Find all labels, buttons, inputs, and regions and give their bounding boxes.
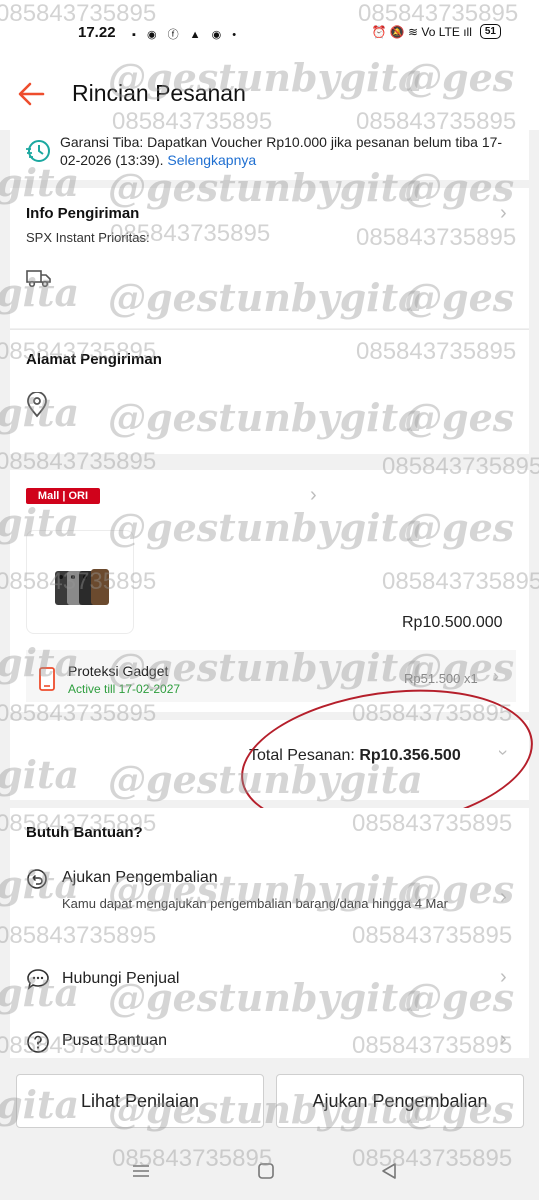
system-icons: ⏰ 🔕 ≋ Vo LTE ıll 51 bbox=[371, 24, 501, 39]
menu-icon[interactable] bbox=[131, 1162, 151, 1180]
clock-icon bbox=[26, 140, 50, 162]
status-time: 17.22 bbox=[78, 24, 116, 41]
protection-title: Proteksi Gadget bbox=[68, 663, 169, 679]
address-card bbox=[10, 330, 529, 454]
chevron-right-icon: › bbox=[500, 202, 507, 224]
help-title: Butuh Bantuan? bbox=[26, 824, 143, 841]
notification-icons: ▪ ◉ ⓕ ▲ ◉ • bbox=[132, 29, 241, 41]
mall-ori-badge: Mall | ORI bbox=[26, 488, 100, 504]
location-pin-icon bbox=[27, 392, 47, 418]
back-arrow-icon[interactable] bbox=[14, 75, 48, 109]
chevron-right-icon: › bbox=[500, 966, 507, 988]
return-icon bbox=[27, 869, 47, 889]
chat-icon bbox=[27, 969, 49, 990]
help-icon bbox=[27, 1031, 49, 1053]
truck-icon bbox=[26, 270, 51, 288]
product-price: Rp10.500.000 bbox=[402, 614, 503, 631]
address-title: Alamat Pengiriman bbox=[26, 351, 162, 368]
phone-protection-icon bbox=[39, 667, 55, 691]
help-item-label: Hubungi Penjual bbox=[62, 970, 180, 987]
help-item-label: Ajukan Pengembalian bbox=[62, 869, 218, 886]
see-more-link[interactable]: Selengkapnya bbox=[167, 152, 256, 168]
guarantee-message: Garansi Tiba: Dapatkan Voucher Rp10.000 … bbox=[60, 134, 503, 168]
status-bar: 17.22 ▪ ◉ ⓕ ▲ ◉ • ⏰ 🔕 ≋ Vo LTE ıll 51 bbox=[0, 0, 539, 72]
system-status-icons: ⏰ 🔕 ≋ Vo LTE ıll bbox=[371, 24, 472, 39]
help-item-subtitle: Kamu dapat mengajukan pengembalian baran… bbox=[62, 896, 448, 911]
return-request-button[interactable]: Ajukan Pengembalian bbox=[276, 1074, 524, 1128]
guarantee-text: Garansi Tiba: Dapatkan Voucher Rp10.000 … bbox=[60, 133, 520, 169]
back-nav-icon[interactable] bbox=[380, 1162, 398, 1180]
home-icon[interactable] bbox=[257, 1162, 275, 1180]
battery-icon: 51 bbox=[479, 24, 501, 39]
protection-price: Rp51.500 x1 bbox=[404, 671, 478, 686]
shipping-service: SPX Instant Prioritas: bbox=[26, 230, 150, 245]
system-nav-bar bbox=[0, 1148, 539, 1200]
phone-product-image bbox=[55, 569, 109, 605]
help-item-label: Pusat Bantuan bbox=[62, 1032, 167, 1049]
shop-chevron-icon[interactable]: › bbox=[310, 484, 317, 507]
protection-chevron-icon: › bbox=[493, 666, 499, 686]
protection-status: Active till 17-02-2027 bbox=[68, 682, 181, 696]
chevron-right-icon: › bbox=[500, 1028, 507, 1050]
review-button[interactable]: Lihat Penilaian bbox=[16, 1074, 264, 1128]
chevron-right-icon: › bbox=[500, 886, 507, 908]
page-title: Rincian Pesanan bbox=[72, 80, 246, 106]
product-image[interactable] bbox=[26, 530, 134, 634]
shipping-info-title: Info Pengiriman bbox=[26, 205, 140, 222]
